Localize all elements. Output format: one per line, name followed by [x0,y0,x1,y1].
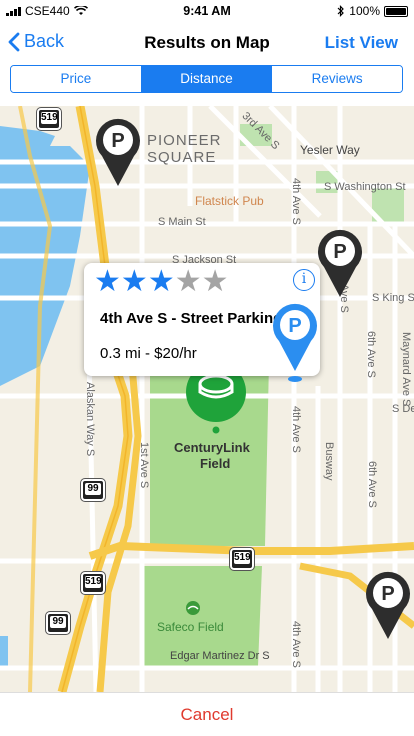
star-filled-icon: ★ [94,265,121,298]
bluetooth-icon [337,5,345,17]
place-label-safeco: Safeco Field [157,620,224,634]
info-icon[interactable]: i [293,269,315,291]
street-label: Maynard Ave S [400,332,412,407]
callout-detail: 0.3 mi - $20/hr [100,345,197,362]
street-label: Busway [323,442,335,481]
parking-pin-icon[interactable]: P [316,229,364,299]
place-label-centurylink: CenturyLink [174,440,250,455]
highway-shield: 519 [229,547,255,571]
street-label: 6th Ave S [365,331,377,378]
street-label: 4th Ave S [290,178,302,225]
star-rating: ★ ★ ★ ★ ★ [94,267,229,297]
street-label: Yesler Way [300,143,360,157]
stadium-icon [186,601,200,615]
map-view[interactable]: PIONEER SQUARE Yesler Way S Washington S… [0,106,414,692]
cancel-button[interactable]: Cancel [0,692,414,736]
highway-shield: 99 [80,478,106,502]
sort-segmented-control: Price Distance Reviews [10,65,403,93]
star-filled-icon: ★ [147,265,175,298]
highway-shield: 519 [36,107,62,131]
neighborhood-label: PIONEER [147,132,222,149]
svg-text:P: P [288,315,301,337]
neighborhood-label: SQUARE [147,149,217,166]
battery-percent: 100% [349,4,380,18]
star-empty-icon: ★ [174,265,202,298]
segment-reviews[interactable]: Reviews [272,66,402,92]
highway-shield: 519 [80,571,106,595]
place-label-centurylink: Field [200,456,231,471]
street-label: Edgar Martinez Dr S [170,650,270,662]
street-label: S King St [372,292,414,304]
battery-icon [384,5,408,17]
street-label: S Main St [158,216,206,228]
segment-price[interactable]: Price [11,66,142,92]
status-bar: CSE440 9:41 AM 100% [0,0,414,22]
selected-parking-pin-icon[interactable]: P [271,303,319,385]
svg-text:P: P [111,130,124,152]
star-empty-icon: ★ [201,265,229,298]
place-label-flatstick: Flatstick Pub [195,194,264,208]
svg-text:P: P [381,583,394,605]
street-label: 1st Ave S [138,442,150,489]
navigation-bar: Back Results on Map List View [0,22,414,62]
street-label: 6th Ave S [366,461,378,508]
svg-text:P: P [333,241,346,263]
star-filled-icon: ★ [120,265,148,298]
list-view-button[interactable]: List View [325,33,398,53]
street-label: 4th Ave S [290,406,302,453]
street-label: S Washington St [324,181,406,193]
parking-pin-icon[interactable]: P [94,118,142,188]
parking-pin-icon[interactable]: P [364,571,412,641]
callout-title: 4th Ave S - Street Parking [100,310,283,327]
street-label: Alaskan Way S [84,382,96,457]
segment-distance[interactable]: Distance [141,66,273,92]
highway-shield: 99 [45,611,71,635]
street-label: 4th Ave S [290,621,302,668]
